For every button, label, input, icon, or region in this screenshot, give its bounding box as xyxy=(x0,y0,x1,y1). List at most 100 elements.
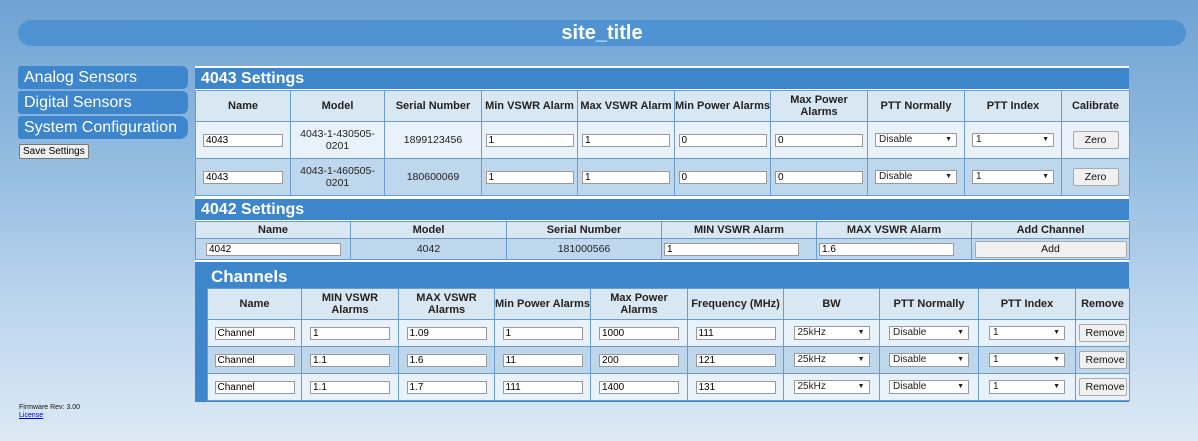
chevron-down-icon: ▼ xyxy=(957,329,964,336)
col-ptt-normally: PTT Normally xyxy=(879,288,979,320)
min-vswr-input[interactable] xyxy=(310,380,390,394)
max-vswr-input[interactable] xyxy=(582,170,670,184)
ptt-normally-select[interactable]: Disable ▼ xyxy=(889,326,969,340)
ptt-normally-select[interactable]: Disable ▼ xyxy=(889,380,969,394)
col-max-power: Max Power Alarms xyxy=(770,90,868,122)
max-power-input[interactable] xyxy=(775,133,863,147)
col-calibrate: Calibrate xyxy=(1061,90,1130,122)
col-max-power: Max Power Alarms xyxy=(590,288,688,320)
ptt-index-select[interactable]: 1 ▼ xyxy=(972,133,1054,147)
table-4042: Name Model Serial Number MIN VSWR Alarm … xyxy=(195,221,1130,260)
min-vswr-input[interactable] xyxy=(310,353,390,367)
name-input[interactable] xyxy=(206,242,341,256)
serial-cell: 181000566 xyxy=(506,238,662,260)
ptt-index-select[interactable]: 1 ▼ xyxy=(972,170,1054,184)
add-channel-button[interactable]: Add xyxy=(974,240,1127,258)
col-add-channel: Add Channel xyxy=(971,221,1130,239)
col-frequency: Frequency (MHz) xyxy=(687,288,784,320)
col-model: Model xyxy=(350,221,507,239)
max-vswr-input[interactable] xyxy=(406,380,487,394)
max-vswr-input[interactable] xyxy=(819,242,954,256)
max-power-input[interactable] xyxy=(599,353,679,367)
chevron-down-icon: ▼ xyxy=(857,356,865,363)
min-vswr-input[interactable] xyxy=(485,170,574,184)
table-row: 4042 181000566 Add xyxy=(195,238,1130,260)
remove-button[interactable]: Remove xyxy=(1078,351,1127,369)
frequency-input[interactable] xyxy=(695,380,776,394)
channel-name-input[interactable] xyxy=(214,353,295,367)
max-power-input[interactable] xyxy=(775,170,863,184)
col-name: Name xyxy=(195,90,291,122)
min-power-input[interactable] xyxy=(678,133,767,147)
col-max-vswr: MAX VSWR Alarm xyxy=(816,221,972,239)
zero-button[interactable]: Zero xyxy=(1072,131,1119,149)
chevron-down-icon: ▼ xyxy=(957,383,964,390)
ptt-normally-select[interactable]: Disable ▼ xyxy=(875,133,957,147)
nav-analog-sensors[interactable]: Analog Sensors xyxy=(18,66,188,89)
ptt-index-select[interactable]: 1 ▼ xyxy=(989,380,1065,394)
col-bw: BW xyxy=(783,288,880,320)
sidebar-nav: Analog Sensors Digital Sensors System Co… xyxy=(18,66,188,141)
col-serial: Serial Number xyxy=(506,221,662,239)
ptt-normally-select[interactable]: Disable ▼ xyxy=(889,353,969,367)
nav-system-configuration[interactable]: System Configuration xyxy=(18,116,188,139)
name-input[interactable] xyxy=(203,170,283,184)
nav-digital-sensors[interactable]: Digital Sensors xyxy=(18,91,188,114)
min-power-input[interactable] xyxy=(678,170,767,184)
max-vswr-input[interactable] xyxy=(406,326,487,340)
bw-select[interactable]: 25kHz ▼ xyxy=(793,326,870,340)
zero-button[interactable]: Zero xyxy=(1072,168,1119,186)
col-min-power: Min Power Alarms xyxy=(494,288,591,320)
ptt-normally-select[interactable]: Disable ▼ xyxy=(875,170,957,184)
ptt-index-select[interactable]: 1 ▼ xyxy=(989,353,1065,367)
table-row: 25kHz▼ Disable▼ 1▼ Remove xyxy=(207,346,1130,374)
frequency-input[interactable] xyxy=(695,326,776,340)
bw-select[interactable]: 25kHz ▼ xyxy=(793,380,870,394)
chevron-down-icon: ▼ xyxy=(1053,329,1060,336)
table-4043: Name Model Serial Number Min VSWR Alarm … xyxy=(195,90,1130,196)
col-min-vswr: MIN VSWR Alarms xyxy=(301,288,399,320)
license-link[interactable]: License xyxy=(19,412,43,419)
max-power-input[interactable] xyxy=(599,326,679,340)
col-min-power: Min Power Alarms xyxy=(674,90,771,122)
col-min-vswr: Min VSWR Alarm xyxy=(481,90,578,122)
remove-button[interactable]: Remove xyxy=(1078,378,1127,396)
min-power-input[interactable] xyxy=(502,353,583,367)
col-name: Name xyxy=(207,288,302,320)
channel-name-input[interactable] xyxy=(214,380,295,394)
remove-button[interactable]: Remove xyxy=(1078,324,1127,342)
chevron-down-icon: ▼ xyxy=(957,356,964,363)
min-vswr-input[interactable] xyxy=(485,133,574,147)
min-vswr-input[interactable] xyxy=(310,326,390,340)
col-min-vswr: MIN VSWR Alarm xyxy=(661,221,817,239)
main-panel: 4043 Settings Name Model Serial Number M… xyxy=(195,66,1130,402)
save-settings-button[interactable]: Save Settings xyxy=(19,144,89,159)
min-power-input[interactable] xyxy=(502,380,583,394)
ptt-index-select[interactable]: 1 ▼ xyxy=(989,326,1065,340)
min-power-input[interactable] xyxy=(502,326,583,340)
col-ptt-normally: PTT Normally xyxy=(867,90,965,122)
channels-title: Channels xyxy=(205,266,1129,287)
max-power-input[interactable] xyxy=(599,380,679,394)
channel-name-input[interactable] xyxy=(214,326,295,340)
bw-select[interactable]: 25kHz ▼ xyxy=(793,353,870,367)
table-row: 25kHz▼ Disable▼ 1▼ Remove xyxy=(207,319,1130,347)
min-vswr-input[interactable] xyxy=(664,242,799,256)
max-vswr-input[interactable] xyxy=(582,133,670,147)
col-max-vswr: MAX VSWR Alarms xyxy=(398,288,495,320)
section-4042-title: 4042 Settings xyxy=(195,199,1129,220)
name-input[interactable] xyxy=(203,133,283,147)
chevron-down-icon: ▼ xyxy=(1053,356,1060,363)
chevron-down-icon: ▼ xyxy=(945,173,952,180)
site-title: site_title xyxy=(18,20,1186,46)
max-vswr-input[interactable] xyxy=(406,353,487,367)
table-channels: Name MIN VSWR Alarms MAX VSWR Alarms Min… xyxy=(207,288,1130,401)
chevron-down-icon: ▼ xyxy=(857,329,865,336)
firmware-info: Firmware Rev: 3.00 License xyxy=(19,404,80,420)
chevron-down-icon: ▼ xyxy=(857,383,865,390)
model-cell: 4043-1-460505-0201 xyxy=(290,158,385,196)
chevron-down-icon: ▼ xyxy=(1053,383,1060,390)
col-model: Model xyxy=(290,90,385,122)
frequency-input[interactable] xyxy=(695,353,776,367)
section-4043-title: 4043 Settings xyxy=(195,68,1129,89)
